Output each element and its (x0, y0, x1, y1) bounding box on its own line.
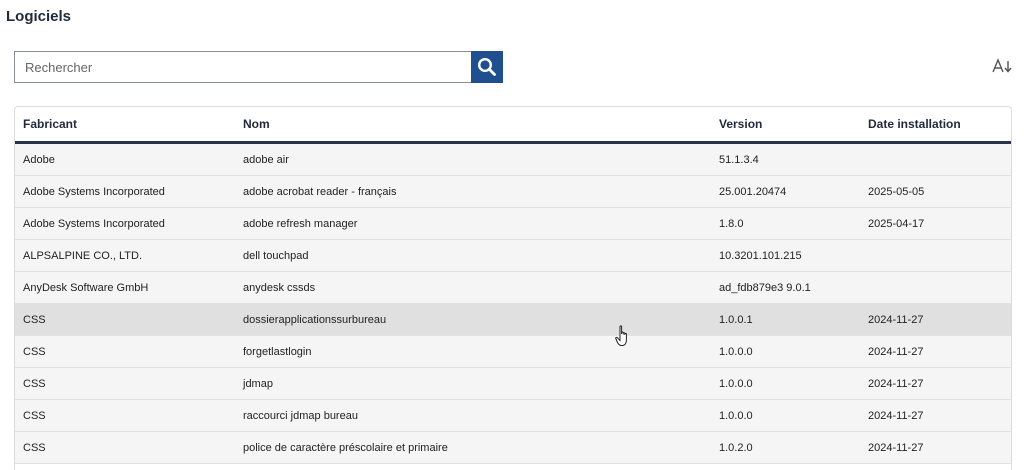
table-row[interactable]: Adobe Systems Incorporated adobe acrobat… (15, 175, 1011, 208)
cell-date: 2024-11-27 (860, 399, 1011, 432)
table-row[interactable]: CSS forgetlastlogin 1.0.0.0 2024-11-27 (15, 335, 1011, 368)
cell-date (860, 142, 1011, 176)
cell-version: 51.1.3.4 (711, 142, 860, 176)
cell-fabricant: CSS (15, 431, 235, 464)
column-header-date[interactable]: Date installation (860, 107, 1011, 144)
software-table: Fabricant Nom Version Date installation … (14, 106, 1012, 470)
cell-date (860, 239, 1011, 272)
sort-button[interactable] (990, 57, 1016, 75)
cell-date: 2025-04-17 (860, 207, 1011, 240)
cell-fabricant: CSS (15, 399, 235, 432)
search-button[interactable] (471, 51, 503, 83)
cell-nom: anydesk cssds (235, 271, 711, 304)
cell-fabricant: ALPSALPINE CO., LTD. (15, 239, 235, 272)
cell-date: 2024-11-27 (860, 335, 1011, 368)
cell-fabricant: Adobe (15, 142, 235, 176)
cell-fabricant: Adobe Systems Incorporated (15, 175, 235, 208)
cell-nom: forgetlastlogin (235, 335, 711, 368)
search-icon (477, 57, 497, 77)
table-row[interactable]: Adobe adobe air 51.1.3.4 (15, 142, 1011, 176)
cell-date: 2024-11-27 (860, 431, 1011, 464)
cell-version: 1.0.0.0 (711, 335, 860, 368)
sort-alpha-icon (992, 58, 1014, 74)
page-title: Logiciels (6, 8, 72, 25)
cell-nom: dell touchpad (235, 239, 711, 272)
cell-nom: jdmap (235, 367, 711, 400)
table-row[interactable]: CSS dossierapplicationssurbureau 1.0.0.1… (15, 303, 1011, 336)
cell-version: 1.0.0.1 (711, 303, 860, 336)
cell-version: 1.8.0 (711, 207, 860, 240)
cell-nom: adobe air (235, 142, 711, 176)
table-row[interactable]: CSS jdmap 1.0.0.0 2024-11-27 (15, 367, 1011, 400)
cell-fabricant: CSS (15, 303, 235, 336)
cell-fabricant: CSS (15, 335, 235, 368)
table-header-row: Fabricant Nom Version Date installation (15, 107, 1011, 144)
cell-date (860, 271, 1011, 304)
cell-nom: police de caractère préscolaire et prima… (235, 431, 711, 464)
column-header-version[interactable]: Version (711, 107, 860, 144)
cell-date: 2024-11-27 (860, 303, 1011, 336)
cell-version: 25.001.20474 (711, 175, 860, 208)
table-row[interactable]: Adobe Systems Incorporated adobe refresh… (15, 207, 1011, 240)
cell-version: 1.0.0.0 (711, 367, 860, 400)
cell-nom: adobe acrobat reader - français (235, 175, 711, 208)
search-bar (14, 51, 503, 83)
cell-nom: dossierapplicationssurbureau (235, 303, 711, 336)
cell-fabricant: CSS (15, 367, 235, 400)
table-row[interactable]: AnyDesk Software GmbH anydesk cssds ad_f… (15, 271, 1011, 304)
search-input[interactable] (14, 51, 471, 83)
cell-fabricant: AnyDesk Software GmbH (15, 271, 235, 304)
cell-nom: adobe refresh manager (235, 207, 711, 240)
column-header-nom[interactable]: Nom (235, 107, 711, 144)
cell-version: 1.0.2.0 (711, 431, 860, 464)
table-row[interactable]: CSS raccourci jdmap bureau 1.0.0.0 2024-… (15, 399, 1011, 432)
table-row[interactable]: ALPSALPINE CO., LTD. dell touchpad 10.32… (15, 239, 1011, 272)
cell-version: 10.3201.101.215 (711, 239, 860, 272)
cell-nom: raccourci jdmap bureau (235, 399, 711, 432)
table-row[interactable]: CSS police de caractère préscolaire et p… (15, 431, 1011, 464)
cell-date: 2024-11-27 (860, 367, 1011, 400)
cell-fabricant: Adobe Systems Incorporated (15, 207, 235, 240)
cell-version: ad_fdb879e3 9.0.1 (711, 271, 860, 304)
cell-date: 2025-05-05 (860, 175, 1011, 208)
column-header-fabricant[interactable]: Fabricant (15, 107, 235, 144)
cell-version: 1.0.0.0 (711, 399, 860, 432)
